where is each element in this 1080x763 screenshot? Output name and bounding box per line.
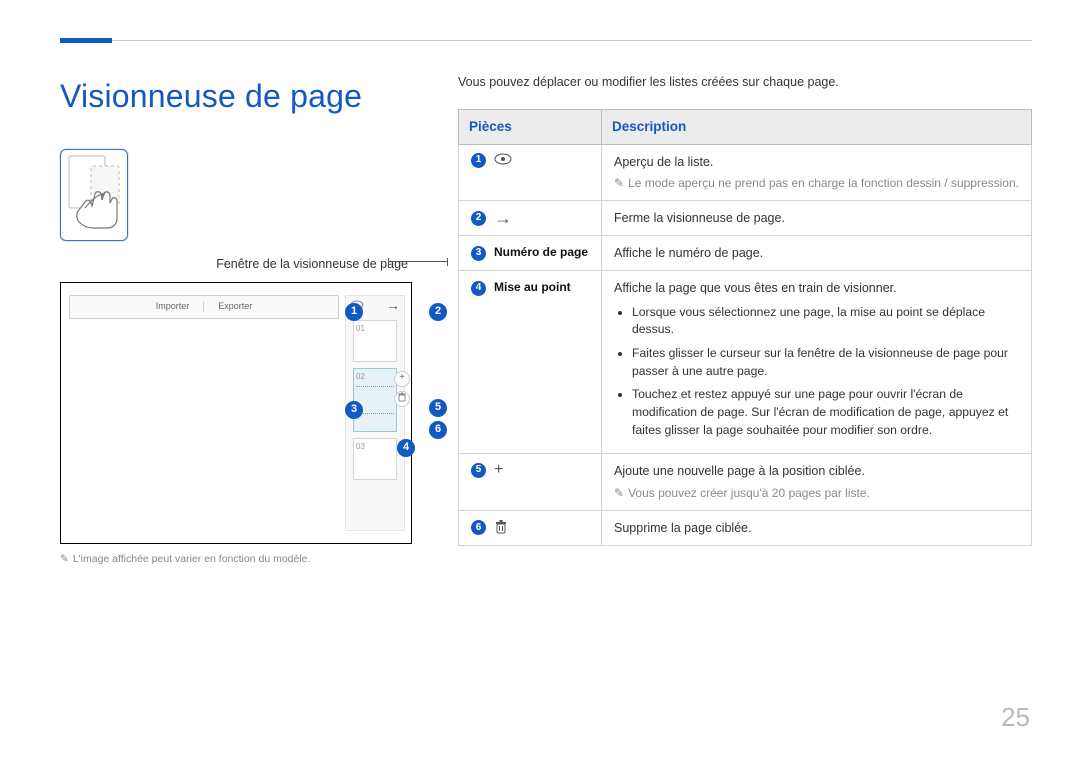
row-badge: 2 — [471, 211, 486, 226]
intro-text: Vous pouvez déplacer ou modifier les lis… — [458, 73, 1032, 91]
parts-table: Pièces Description 1 — [458, 109, 1032, 546]
viewer-toolbar: Importer Exporter — [69, 295, 339, 319]
row-label: Numéro de page — [494, 244, 588, 261]
th-parts: Pièces — [459, 110, 602, 145]
page-num-label: 03 — [356, 442, 365, 451]
table-row: 5 + Ajoute une nouvelle page à la positi… — [459, 454, 1032, 511]
row-desc: Ajoute une nouvelle page à la position c… — [614, 462, 1019, 480]
trash-icon — [394, 391, 410, 407]
callout-badge-4: 4 — [397, 439, 415, 457]
page-number: 25 — [1001, 699, 1030, 737]
row-desc: Ferme la visionneuse de page. — [614, 209, 1019, 227]
gesture-thumbnail — [60, 149, 128, 241]
eye-icon — [494, 153, 512, 167]
row-note: ✎Vous pouvez créer jusqu'à 20 pages par … — [614, 485, 1019, 502]
callout-badge-1: 1 — [345, 303, 363, 321]
viewer-page-thumb-focused: 02 + — [353, 368, 397, 432]
header-accent — [60, 38, 112, 43]
viewer-page-thumb: 03 — [353, 438, 397, 480]
pen-icon: ✎ — [614, 176, 624, 190]
callout-badge-2: 2 — [429, 303, 447, 321]
row-bullets: Lorsque vous sélectionnez une page, la m… — [614, 304, 1019, 440]
table-row: 1 Aperçu de la liste. ✎Le mode aperçu ne… — [459, 144, 1032, 201]
th-description: Description — [602, 110, 1032, 145]
pen-icon: ✎ — [614, 486, 624, 500]
table-row: 2 → Ferme la visionneuse de page. — [459, 201, 1032, 236]
dimension-bracket — [388, 261, 448, 280]
row-desc: Affiche le numéro de page. — [614, 244, 1019, 262]
row-note: ✎Le mode aperçu ne prend pas en charge l… — [614, 175, 1019, 192]
trash-icon — [494, 519, 508, 537]
toolbar-separator — [203, 302, 204, 312]
plus-icon: + — [494, 462, 503, 478]
table-row: 3 Numéro de page Affiche le numéro de pa… — [459, 236, 1032, 271]
viewer-screenshot: Importer Exporter → 01 02 + — [60, 282, 412, 544]
row-badge: 4 — [471, 281, 486, 296]
row-label: Mise au point — [494, 279, 571, 296]
row-badge: 3 — [471, 246, 486, 261]
plus-icon: + — [394, 371, 410, 387]
bullet-item: Lorsque vous sélectionnez une page, la m… — [632, 304, 1019, 339]
callout-badge-5: 5 — [429, 399, 447, 417]
callout-badge-6: 6 — [429, 421, 447, 439]
page-num-label: 01 — [356, 324, 365, 333]
viewer-caption: Fenêtre de la visionneuse de page — [60, 255, 410, 273]
toolbar-import-label: Importer — [156, 300, 190, 313]
arrow-right-icon: → — [494, 209, 512, 227]
callout-badge-3: 3 — [345, 401, 363, 419]
bullet-item: Faites glisser le curseur sur la fenêtre… — [632, 345, 1019, 380]
viewer-page-thumb: 01 — [353, 320, 397, 362]
row-desc: Affiche la page que vous êtes en train d… — [614, 279, 1019, 297]
row-badge: 1 — [471, 153, 486, 168]
page-num-label: 02 — [356, 372, 365, 381]
header-rule — [60, 40, 1032, 45]
row-desc: Aperçu de la liste. — [614, 153, 1019, 171]
toolbar-export-label: Exporter — [218, 300, 252, 313]
arrow-right-icon: → — [386, 298, 400, 312]
row-desc: Supprime la page ciblée. — [614, 519, 1019, 537]
row-badge: 6 — [471, 520, 486, 535]
footnote-text: L'image affichée peut varier en fonction… — [73, 553, 311, 565]
table-row: 4 Mise au point Affiche la page que vous… — [459, 271, 1032, 454]
row-badge: 5 — [471, 463, 486, 478]
table-row: 6 Supprime la page ciblée. — [459, 510, 1032, 545]
viewer-footnote: ✎ L'image affichée peut varier en fonctio… — [60, 552, 410, 567]
page-title: Visionneuse de page — [60, 73, 410, 119]
pen-icon: ✎ — [60, 553, 69, 565]
bullet-item: Touchez et restez appuyé sur une page po… — [632, 386, 1019, 439]
